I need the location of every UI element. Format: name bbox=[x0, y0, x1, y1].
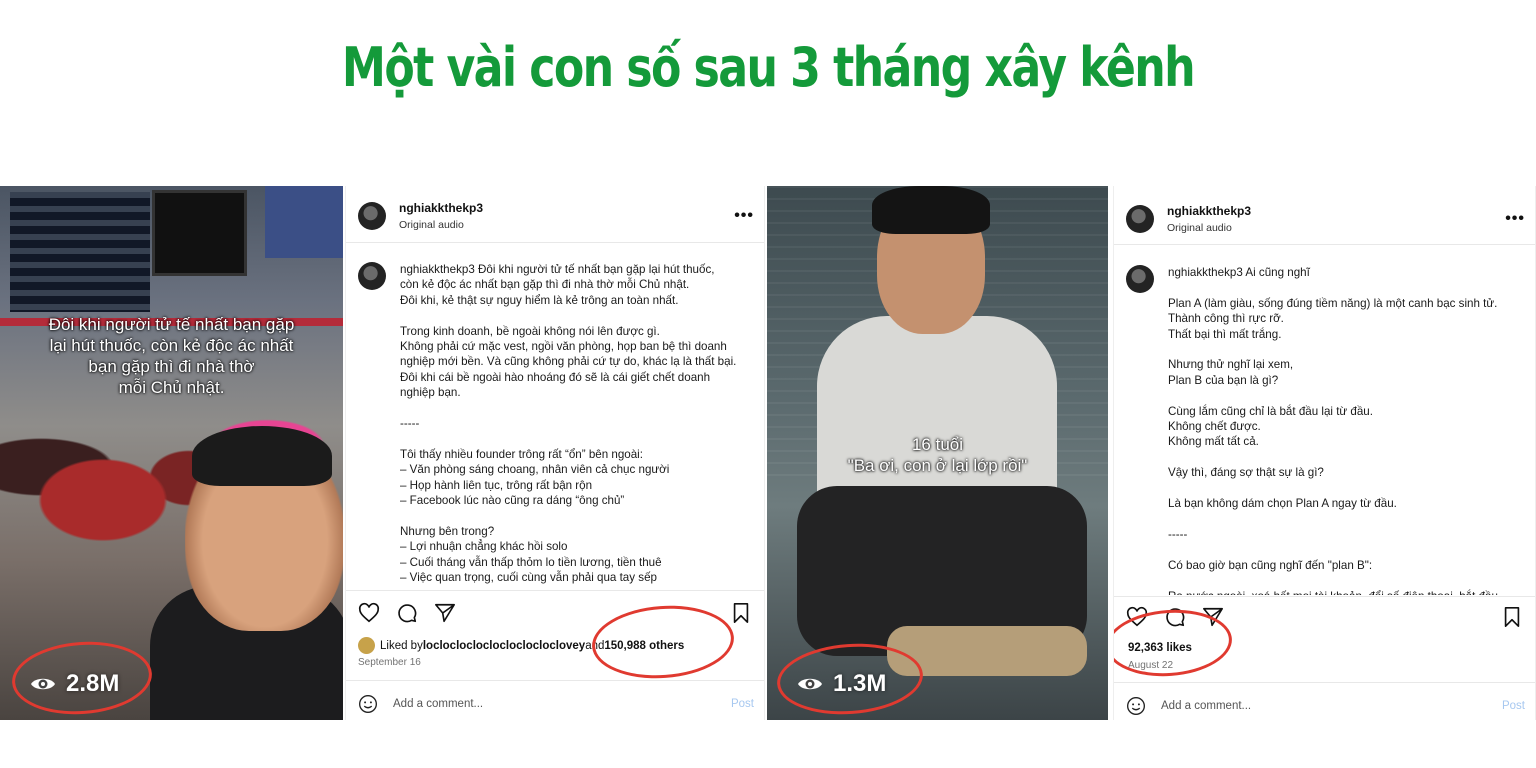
liker-username[interactable]: locloclocloclocloclocloclovey bbox=[423, 640, 585, 652]
highlight-circle bbox=[774, 638, 926, 720]
instagram-post-1: nghiakkthekp3 Original audio ••• nghiakk… bbox=[345, 186, 765, 720]
avatar[interactable] bbox=[358, 202, 386, 230]
caption-username[interactable]: nghiakkthekp3 bbox=[1168, 266, 1243, 279]
tv-screen bbox=[152, 190, 247, 276]
comment-bar: Add a comment... Post bbox=[358, 694, 754, 714]
person-hair bbox=[192, 426, 332, 486]
person-hair bbox=[872, 186, 990, 234]
more-options-icon[interactable]: ••• bbox=[1505, 210, 1525, 228]
divider bbox=[1114, 596, 1535, 597]
post-caption: nghiakkthekp3 Đôi khi người tử tế nhất b… bbox=[358, 262, 756, 586]
caption-body: Ai cũng nghĩ Plan A (làm giàu, sống đúng… bbox=[1168, 266, 1498, 595]
comment-input[interactable]: Add a comment... bbox=[1161, 700, 1251, 712]
caption-body: Đôi khi người tử tế nhất bạn gặp lại hút… bbox=[400, 263, 737, 585]
post-comment-button[interactable]: Post bbox=[1502, 700, 1525, 712]
divider bbox=[346, 242, 764, 243]
reel-video-1[interactable]: Đôi khi người tử tế nhất bạn gặp lại hút… bbox=[0, 186, 343, 720]
save-icon[interactable] bbox=[730, 602, 752, 624]
caption-username[interactable]: nghiakkthekp3 bbox=[400, 263, 475, 276]
comment-bar: Add a comment... Post bbox=[1126, 696, 1525, 716]
post-header: nghiakkthekp3 Original audio ••• bbox=[358, 196, 754, 236]
page-headline: Một vài con số sau 3 tháng xây kênh bbox=[341, 36, 1196, 99]
video-caption: Đôi khi người tử tế nhất bạn gặp lại hút… bbox=[48, 315, 295, 397]
save-icon[interactable] bbox=[1501, 606, 1523, 628]
post-date: September 16 bbox=[358, 657, 421, 668]
divider bbox=[346, 680, 764, 681]
audio-label[interactable]: Original audio bbox=[399, 219, 483, 231]
video-caption: 16 tuổi "Ba ơi, con ở lại lớp rồi" bbox=[847, 435, 1028, 475]
share-icon[interactable] bbox=[434, 602, 456, 624]
liker-avatar[interactable] bbox=[358, 637, 375, 654]
emoji-icon[interactable] bbox=[1126, 696, 1146, 716]
post-username[interactable]: nghiakkthekp3 bbox=[399, 201, 483, 215]
avatar[interactable] bbox=[358, 262, 386, 290]
avatar[interactable] bbox=[1126, 205, 1154, 233]
comment-input[interactable]: Add a comment... bbox=[393, 698, 483, 710]
divider bbox=[1114, 244, 1535, 245]
comment-icon[interactable] bbox=[396, 602, 418, 624]
post-caption: nghiakkthekp3 Ai cũng nghĩ Plan A (làm g… bbox=[1126, 265, 1527, 595]
divider bbox=[346, 590, 764, 591]
post-username[interactable]: nghiakkthekp3 bbox=[1167, 204, 1251, 218]
liked-by-label: Liked by bbox=[380, 639, 423, 652]
heart-icon[interactable] bbox=[358, 602, 380, 624]
avatar[interactable] bbox=[1126, 265, 1154, 293]
divider bbox=[1114, 682, 1535, 683]
post-header: nghiakkthekp3 Original audio ••• bbox=[1126, 199, 1525, 239]
reel-video-2[interactable]: 16 tuổi "Ba ơi, con ở lại lớp rồi" 1.3M bbox=[767, 186, 1108, 720]
audio-label[interactable]: Original audio bbox=[1167, 222, 1251, 234]
instagram-post-2: nghiakkthekp3 Original audio ••• nghiakk… bbox=[1113, 186, 1536, 720]
emoji-icon[interactable] bbox=[358, 694, 378, 714]
more-options-icon[interactable]: ••• bbox=[734, 207, 754, 225]
highlight-circle bbox=[9, 637, 155, 719]
post-comment-button[interactable]: Post bbox=[731, 698, 754, 710]
departure-board bbox=[10, 192, 150, 312]
sign-board bbox=[265, 186, 343, 258]
